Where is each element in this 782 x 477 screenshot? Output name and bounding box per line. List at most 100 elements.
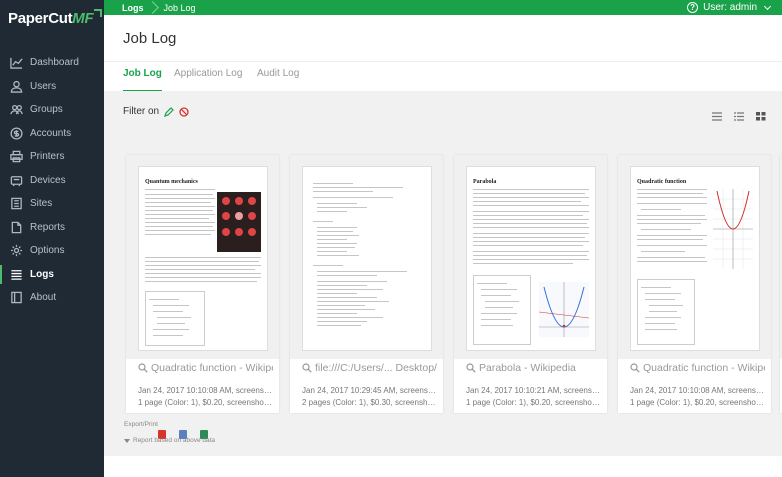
job-document-name[interactable]: Parabola - Wikipedia (466, 362, 601, 374)
job-thumbnail[interactable]: Parabola (466, 166, 596, 351)
printer-icon (9, 150, 23, 164)
brand-suffix: MF (72, 9, 94, 27)
job-document-name[interactable]: file:///C:/Users/... Desktop/... (302, 362, 437, 374)
book-icon (9, 291, 23, 305)
export-print: Export/Print (124, 421, 158, 428)
job-thumbnail[interactable] (302, 166, 432, 351)
breadcrumb-separator-icon (150, 0, 158, 15)
report-link-text: Report based on above data (133, 437, 216, 444)
list-icon (9, 267, 23, 281)
caret-down-icon (124, 438, 130, 443)
filter-label: Filter on (123, 106, 160, 117)
search-icon (630, 363, 640, 373)
job-date: Jan 24, 2017 10:29:45 AM, screenshot (302, 386, 438, 395)
job-details: 1 page (Color: 1), $0.20, screenshot3\C7… (466, 398, 602, 407)
sidebar-item-label: Dashboard (30, 57, 79, 69)
job-name-text: Quadratic function - Wikipe... (643, 362, 765, 374)
job-card[interactable]: Quadratic function Quadratic function - … (618, 155, 771, 413)
thumbnail-doc-title: Quadratic function (637, 179, 687, 185)
tab-job-log[interactable]: Job Log (123, 68, 162, 92)
list-view-icon[interactable] (712, 112, 722, 121)
job-document-name[interactable]: Quadratic function - Wikipe... (630, 362, 765, 374)
edit-filter-icon[interactable] (164, 106, 174, 117)
main-content: Filter on Quantum mechanics Quadratic fu… (104, 91, 782, 456)
sidebar-item-about[interactable]: About (0, 286, 104, 310)
papercut-logo[interactable]: PaperCut MF (0, 0, 104, 36)
breadcrumb: Logs Job Log (104, 0, 196, 15)
sites-icon (9, 197, 23, 211)
tab-bar: Job Log Application Log Audit Log (104, 61, 782, 92)
job-details: 1 page (Color: 1), $0.20, screenshot3\C7… (138, 398, 274, 407)
job-card[interactable]: Quantum mechanics Quadratic function - W… (126, 155, 279, 413)
job-card[interactable]: file:///C:/Users/... Desktop/... Jan 24,… (290, 155, 443, 413)
sidebar-item-accounts[interactable]: Accounts (0, 122, 104, 146)
job-thumbnail[interactable]: Quantum mechanics (138, 166, 268, 351)
sidebar-item-sites[interactable]: Sites (0, 192, 104, 216)
sidebar-nav: Dashboard Users Groups Accounts Printers… (0, 51, 104, 310)
sidebar-item-printers[interactable]: Printers (0, 145, 104, 169)
job-thumbnail[interactable]: Quadratic function (630, 166, 760, 351)
sidebar-item-dashboard[interactable]: Dashboard (0, 51, 104, 75)
brand-name: PaperCut (8, 9, 73, 27)
breadcrumb-logs[interactable]: Logs (122, 3, 144, 13)
quadratic-graph-figure (713, 189, 753, 269)
export-label: Export/Print (124, 421, 158, 428)
page-title: Job Log (123, 30, 177, 47)
user-menu[interactable]: ? User: admin (687, 0, 772, 15)
brand-mark-icon (94, 9, 103, 17)
sidebar-item-label: Reports (30, 221, 66, 233)
sidebar-item-label: Groups (30, 104, 63, 116)
group-icon (9, 103, 23, 117)
job-name-text: Parabola - Wikipedia (479, 362, 576, 374)
user-label[interactable]: User: admin (703, 2, 757, 13)
thumbnail-doc-title: Parabola (473, 179, 497, 185)
job-details: 2 pages (Color: 1), $0.30, screenshot3\C… (302, 398, 438, 407)
detail-view-icon[interactable] (734, 112, 744, 121)
device-icon (9, 173, 23, 187)
search-icon (302, 363, 312, 373)
sidebar-item-label: Accounts (30, 127, 72, 139)
filter-bar: Filter on (123, 106, 189, 117)
gear-icon (9, 244, 23, 258)
clear-filter-icon[interactable] (179, 106, 189, 117)
tab-application-log[interactable]: Application Log (174, 68, 242, 92)
report-icon (9, 220, 23, 234)
view-toggle (712, 112, 766, 121)
tab-audit-log[interactable]: Audit Log (257, 68, 299, 92)
chevron-down-icon[interactable] (763, 2, 772, 10)
report-link[interactable]: Report based on above data (124, 437, 215, 444)
job-details: 1 page (Color: 1), $0.20, screenshot3\C7… (630, 398, 766, 407)
grid-view-icon[interactable] (756, 112, 766, 121)
sidebar-item-label: About (30, 292, 57, 304)
sidebar-item-label: Options (30, 245, 65, 257)
job-date: Jan 24, 2017 10:10:21 AM, screenshot (466, 386, 602, 395)
sidebar-item-label: Devices (30, 174, 66, 186)
job-document-name[interactable]: Quadratic function - Wikipe... (138, 362, 273, 374)
sidebar-item-label: Printers (30, 151, 65, 163)
top-bar: Logs Job Log ? User: admin (104, 0, 782, 15)
sidebar-item-devices[interactable]: Devices (0, 169, 104, 193)
thumbnail-image (217, 192, 261, 252)
sidebar-item-logs[interactable]: Logs (0, 263, 104, 287)
sidebar: PaperCut MF Dashboard Users Groups Accoun… (0, 0, 104, 477)
search-icon (466, 363, 476, 373)
job-thumbnail-area: Quantum mechanics (126, 155, 279, 359)
sidebar-item-groups[interactable]: Groups (0, 98, 104, 122)
job-date: Jan 24, 2017 10:10:08 AM, screenshot (138, 386, 274, 395)
sidebar-item-label: Logs (30, 268, 54, 280)
sidebar-item-users[interactable]: Users (0, 75, 104, 99)
job-card[interactable]: Parabola Parabola - Wikipedia Jan 24, 20… (454, 155, 607, 413)
dollar-circle-icon (9, 126, 23, 140)
help-icon[interactable]: ? (687, 2, 699, 13)
chart-line-icon (9, 56, 23, 70)
sidebar-item-reports[interactable]: Reports (0, 216, 104, 240)
job-thumbnail-area: Quadratic function (618, 155, 771, 359)
job-name-text: file:///C:/Users/... Desktop/... (315, 362, 437, 374)
sidebar-item-options[interactable]: Options (0, 239, 104, 263)
sidebar-item-label: Users (30, 80, 57, 92)
thumbnail-doc-title: Quantum mechanics (145, 179, 198, 185)
parabola-figure (539, 282, 589, 337)
job-thumbnail-area (290, 155, 443, 359)
sidebar-item-label: Sites (30, 198, 53, 210)
job-name-text: Quadratic function - Wikipe... (151, 362, 273, 374)
